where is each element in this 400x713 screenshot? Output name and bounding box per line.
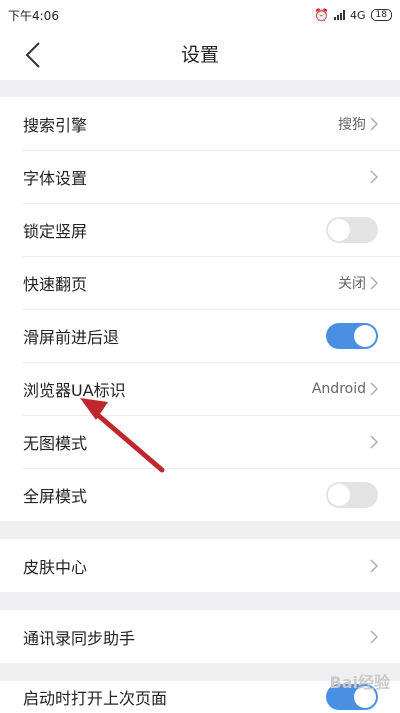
settings-row[interactable]: 启动时打开上次页面 bbox=[0, 681, 400, 713]
group-gap bbox=[0, 663, 400, 681]
settings-row-right: Android bbox=[312, 381, 378, 397]
settings-group: 通讯录同步助手 bbox=[0, 610, 400, 663]
signal-icon bbox=[334, 10, 346, 20]
settings-row[interactable]: 浏览器UA标识 Android bbox=[0, 362, 400, 415]
settings-row-right: 关闭 bbox=[338, 273, 378, 293]
settings-row-label: 浏览器UA标识 bbox=[23, 380, 126, 400]
toggle-knob bbox=[354, 686, 376, 708]
toggle-switch[interactable] bbox=[326, 322, 378, 349]
alarm-icon: ⏰ bbox=[314, 8, 330, 22]
settings-row-label: 快速翻页 bbox=[23, 274, 88, 294]
settings-row[interactable]: 搜索引擎 搜狗 bbox=[0, 97, 400, 150]
settings-row-label: 搜索引擎 bbox=[23, 115, 88, 135]
settings-row[interactable]: 通讯录同步助手 bbox=[0, 610, 400, 663]
back-button[interactable] bbox=[18, 40, 48, 70]
settings-row-right bbox=[370, 630, 378, 644]
chevron-right-icon bbox=[370, 559, 378, 573]
settings-row-label: 通讯录同步助手 bbox=[23, 628, 136, 648]
chevron-right-icon bbox=[370, 170, 378, 184]
settings-row[interactable]: 皮肤中心 bbox=[0, 539, 400, 592]
settings-row-label: 启动时打开上次页面 bbox=[23, 689, 168, 708]
chevron-right-icon bbox=[370, 382, 378, 396]
settings-row-label: 皮肤中心 bbox=[23, 557, 88, 577]
battery-level: 18 bbox=[375, 10, 387, 20]
group-gap bbox=[0, 521, 400, 539]
settings-row-right: 搜狗 bbox=[338, 114, 378, 134]
battery-icon: 18 bbox=[370, 9, 392, 21]
settings-row[interactable]: 快速翻页 关闭 bbox=[0, 256, 400, 309]
toggle-switch[interactable] bbox=[326, 216, 378, 243]
header: 设置 bbox=[0, 30, 400, 80]
settings-row-label: 锁定竖屏 bbox=[23, 221, 88, 241]
chevron-right-icon bbox=[370, 630, 378, 644]
settings-row-label: 无图模式 bbox=[23, 433, 88, 453]
settings-list: 搜索引擎 搜狗字体设置锁定竖屏快速翻页 关闭滑屏前进后退 浏览器UA标识 Android… bbox=[0, 97, 400, 713]
settings-row-right bbox=[326, 216, 378, 243]
toggle-switch[interactable] bbox=[326, 481, 378, 508]
status-icons: ⏰ 4G 18 bbox=[314, 9, 392, 22]
settings-row-right bbox=[326, 481, 378, 508]
toggle-knob bbox=[328, 483, 350, 506]
status-time: 下午4:06 bbox=[8, 8, 59, 23]
chevron-right-icon bbox=[370, 435, 378, 449]
settings-row-value: 搜狗 bbox=[338, 116, 366, 133]
settings-group: 皮肤中心 bbox=[0, 539, 400, 592]
group-gap bbox=[0, 592, 400, 610]
settings-row-value: Android bbox=[311, 380, 366, 397]
settings-row-label: 滑屏前进后退 bbox=[23, 327, 120, 347]
settings-row[interactable]: 锁定竖屏 bbox=[0, 203, 400, 256]
settings-row-right bbox=[370, 559, 378, 573]
toggle-knob bbox=[354, 324, 376, 347]
settings-row-value: 关闭 bbox=[338, 275, 366, 292]
settings-group: 启动时打开上次页面 bbox=[0, 681, 400, 713]
settings-row-right bbox=[326, 322, 378, 349]
settings-row[interactable]: 无图模式 bbox=[0, 415, 400, 468]
toggle-knob bbox=[328, 218, 350, 241]
page-title: 设置 bbox=[180, 44, 219, 66]
network-type: 4G bbox=[350, 8, 366, 22]
settings-row[interactable]: 全屏模式 bbox=[0, 468, 400, 521]
settings-row[interactable]: 滑屏前进后退 bbox=[0, 309, 400, 362]
settings-row-label: 全屏模式 bbox=[23, 486, 88, 506]
settings-row-right bbox=[370, 170, 378, 184]
toggle-switch[interactable] bbox=[326, 684, 378, 710]
chevron-right-icon bbox=[370, 276, 378, 290]
settings-row-label: 字体设置 bbox=[23, 168, 88, 188]
back-arrow-icon bbox=[25, 42, 40, 68]
settings-group: 搜索引擎 搜狗字体设置锁定竖屏快速翻页 关闭滑屏前进后退 浏览器UA标识 Android… bbox=[0, 97, 400, 521]
status-bar: 下午4:06 ⏰ 4G 18 bbox=[0, 0, 400, 30]
chevron-right-icon bbox=[370, 117, 378, 131]
settings-row[interactable]: 字体设置 bbox=[0, 150, 400, 203]
settings-row-right bbox=[370, 435, 378, 449]
settings-row-right bbox=[326, 684, 378, 710]
